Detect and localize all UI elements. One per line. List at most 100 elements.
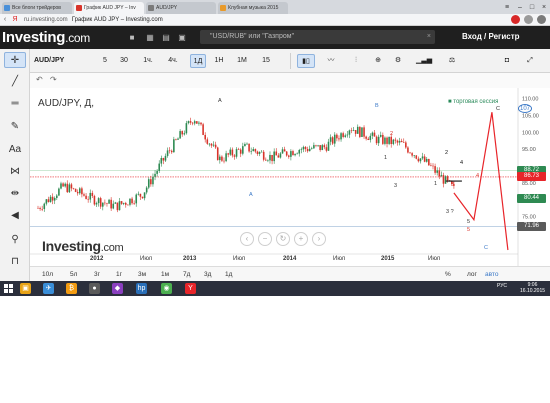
interval-1d[interactable]: 1Д bbox=[190, 54, 206, 68]
candle-body bbox=[306, 149, 309, 152]
candle-body bbox=[250, 151, 252, 152]
news-icon[interactable]: ▤ bbox=[161, 33, 171, 42]
browser-tab[interactable]: Все блоги трейдеров bbox=[2, 2, 72, 14]
fullscreen-icon[interactable]: ⤢ bbox=[523, 54, 537, 68]
investing-logo[interactable]: Investing.com bbox=[2, 29, 90, 46]
close-icon[interactable]: × bbox=[537, 0, 550, 14]
hp-icon[interactable]: hp bbox=[136, 283, 147, 294]
candle-body bbox=[87, 198, 89, 200]
zoom-icon[interactable]: ⚲ bbox=[4, 232, 26, 248]
browser-tab[interactable]: AUD/JPY bbox=[146, 2, 216, 14]
interval-5[interactable]: 5 bbox=[99, 54, 111, 68]
tab-label: Все блоги трейдеров bbox=[12, 5, 61, 11]
candle-body bbox=[246, 143, 248, 145]
period-7d[interactable]: 7д bbox=[183, 271, 190, 278]
wave-label: 1 bbox=[434, 181, 437, 187]
candle-body bbox=[106, 203, 108, 204]
period-1y[interactable]: 1г bbox=[116, 271, 122, 278]
media-icon[interactable]: ◆ bbox=[112, 283, 123, 294]
candle-body bbox=[329, 137, 332, 142]
url-text[interactable]: ru.investing.com bbox=[24, 17, 68, 23]
period-1m[interactable]: 1м bbox=[161, 271, 169, 278]
yandex-browser-icon[interactable]: Y bbox=[185, 283, 196, 294]
interval-1w[interactable]: 1Н bbox=[212, 54, 226, 68]
language-indicator[interactable]: РУС bbox=[497, 283, 507, 289]
auto-toggle[interactable]: авто bbox=[485, 271, 498, 278]
extension-icon[interactable] bbox=[511, 15, 520, 24]
explorer-icon[interactable]: ▣ bbox=[20, 283, 31, 294]
candle-body bbox=[145, 187, 148, 193]
camera-icon[interactable]: ◘ bbox=[500, 54, 514, 68]
trend-line-icon[interactable]: ╱ bbox=[4, 74, 26, 90]
period-3y[interactable]: 3г bbox=[94, 271, 100, 278]
horizontal-line-icon[interactable]: ═ bbox=[4, 96, 26, 112]
zoom-out-button[interactable]: − bbox=[258, 232, 272, 246]
candles-icon[interactable]: ▮▯ bbox=[297, 54, 315, 68]
briefcase-icon[interactable]: ■ bbox=[127, 33, 137, 42]
arrow-left-icon[interactable]: ◀ bbox=[4, 208, 26, 224]
close-icon[interactable]: × bbox=[427, 30, 431, 44]
candle-body bbox=[204, 134, 206, 140]
bitcoin-icon[interactable]: ₿ bbox=[66, 283, 77, 294]
projection-icon[interactable]: ⇹ bbox=[4, 186, 26, 202]
period-10y[interactable]: 10л bbox=[42, 271, 53, 278]
calendar-icon[interactable]: ▦ bbox=[145, 33, 155, 42]
pattern-icon[interactable]: ⋈ bbox=[4, 164, 26, 180]
candle-body bbox=[118, 201, 121, 211]
period-1d[interactable]: 1д bbox=[225, 271, 232, 278]
line-chart-icon[interactable]: 〰 bbox=[322, 54, 340, 68]
brush-icon[interactable]: ✎ bbox=[4, 119, 26, 135]
balance-icon[interactable]: ⚖ bbox=[444, 54, 460, 68]
app-icon[interactable]: ● bbox=[89, 283, 100, 294]
browser-tab[interactable]: Клубная музыка 2015 bbox=[218, 2, 288, 14]
compare-icon[interactable]: ⊕ bbox=[370, 54, 386, 68]
period-5y[interactable]: 5л bbox=[70, 271, 77, 278]
magnet-icon[interactable]: ⊓ bbox=[4, 254, 26, 270]
period-3d[interactable]: 3д bbox=[204, 271, 211, 278]
back-arrow-icon[interactable]: ‹ bbox=[0, 16, 10, 23]
interval-30[interactable]: 30 bbox=[117, 54, 131, 68]
chrome-icon[interactable]: ◉ bbox=[161, 283, 172, 294]
blank-area bbox=[0, 296, 550, 403]
scroll-left-button[interactable]: ‹ bbox=[240, 232, 254, 246]
candle-body bbox=[237, 149, 240, 150]
interval-4h[interactable]: 4ч. bbox=[164, 54, 182, 68]
candle-body bbox=[300, 149, 303, 151]
candle-body bbox=[317, 145, 319, 146]
menu-icon[interactable]: ≡ bbox=[500, 0, 514, 14]
price-chart[interactable]: ABCABC12345123453 ?110.00105.00100.0095.… bbox=[30, 88, 550, 271]
candle-body bbox=[288, 155, 290, 157]
reset-button[interactable]: ↻ bbox=[276, 232, 290, 246]
indicators-icon[interactable]: ▁▃▅ bbox=[416, 54, 432, 68]
crosshair-icon[interactable]: ✛ bbox=[4, 52, 26, 68]
symbol-search[interactable]: AUD/JPY bbox=[34, 54, 88, 68]
interval-1m[interactable]: 1М bbox=[234, 54, 250, 68]
candle-body bbox=[239, 149, 242, 154]
scroll-right-button[interactable]: › bbox=[312, 232, 326, 246]
system-clock[interactable]: 9:06 16.10.2015 bbox=[520, 282, 545, 294]
settings-icon[interactable] bbox=[537, 15, 546, 24]
log-toggle[interactable]: лог bbox=[467, 271, 477, 278]
interval-1h[interactable]: 1ч. bbox=[140, 54, 156, 68]
percent-toggle[interactable]: % bbox=[445, 271, 451, 278]
search-input[interactable]: "USD/RUB" или "Газпром" × bbox=[200, 30, 435, 44]
wave-label: B bbox=[375, 103, 379, 109]
candle-body bbox=[45, 199, 48, 204]
bars-icon[interactable]: ⫶ bbox=[347, 54, 365, 68]
interval-dropdown[interactable]: 15 bbox=[258, 54, 274, 68]
zoom-in-button[interactable]: + bbox=[294, 232, 308, 246]
text-tool-icon[interactable]: Aa bbox=[4, 142, 26, 158]
settings-icon[interactable]: ⚙ bbox=[391, 54, 405, 68]
redo-icon[interactable]: ↷ bbox=[50, 75, 57, 84]
alert-icon[interactable]: ▣ bbox=[177, 33, 187, 42]
windows-start-icon[interactable] bbox=[4, 284, 13, 293]
telegram-icon[interactable]: ✈ bbox=[43, 283, 54, 294]
undo-icon[interactable]: ↶ bbox=[36, 75, 43, 84]
period-3m[interactable]: 3м bbox=[138, 271, 146, 278]
download-icon[interactable] bbox=[524, 15, 533, 24]
browser-tab-active[interactable]: График AUD JPY – Inv bbox=[74, 2, 144, 14]
candle-body bbox=[267, 160, 269, 162]
candle-body bbox=[321, 145, 324, 151]
yandex-icon[interactable]: Я bbox=[10, 16, 20, 23]
login-link[interactable]: Вход / Регистр bbox=[462, 32, 520, 41]
